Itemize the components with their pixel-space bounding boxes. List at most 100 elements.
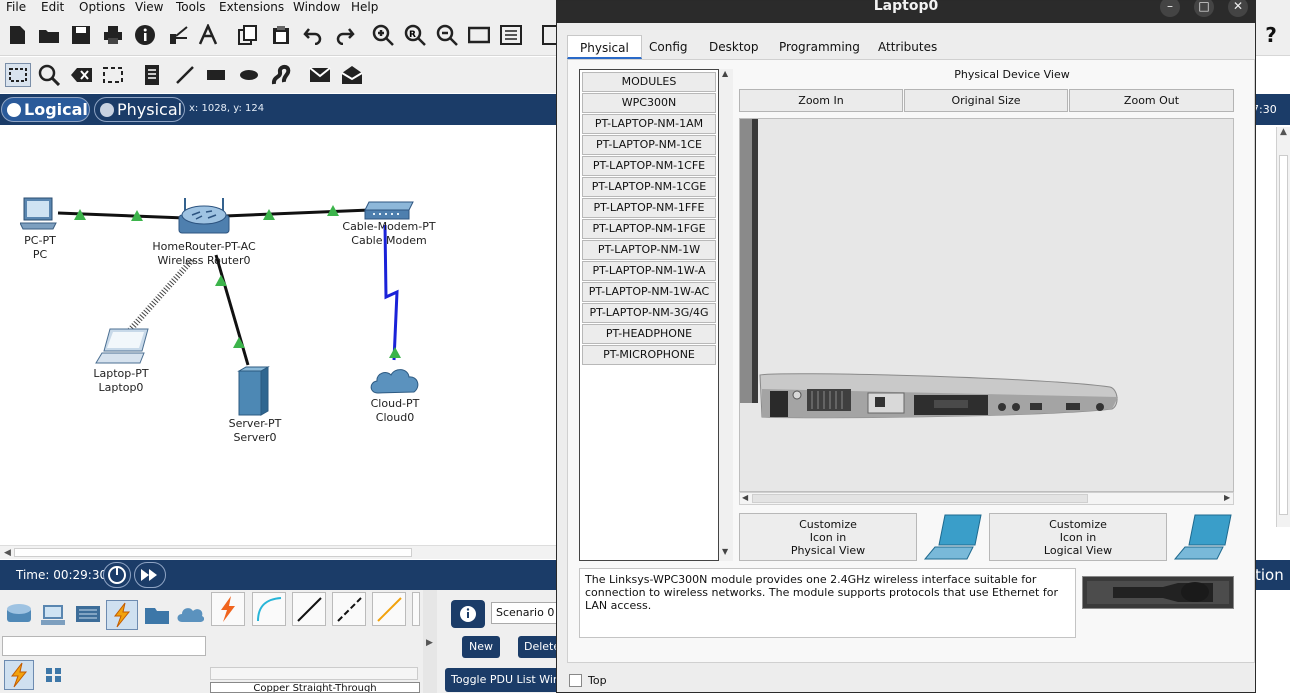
fiber-cable-button[interactable] bbox=[372, 592, 406, 626]
draw-ellipse-icon[interactable] bbox=[238, 64, 260, 86]
laptop-icon[interactable] bbox=[94, 327, 150, 367]
maximize-icon[interactable]: □ bbox=[1194, 0, 1214, 17]
module-item[interactable]: PT-LAPTOP-NM-1CE bbox=[582, 135, 716, 155]
module-item[interactable]: PT-LAPTOP-NM-1W-A bbox=[582, 261, 716, 281]
scroll-right-arrow-icon[interactable]: ▶ bbox=[1224, 493, 1230, 502]
select-tool-icon[interactable] bbox=[5, 63, 31, 87]
close-icon[interactable]: ✕ bbox=[1228, 0, 1248, 17]
console-cable-button[interactable] bbox=[252, 592, 286, 626]
new-file-icon[interactable] bbox=[6, 24, 28, 46]
cable-modem-icon[interactable] bbox=[363, 201, 415, 221]
add-simple-pdu-icon[interactable] bbox=[309, 64, 331, 86]
draw-rectangle-icon[interactable] bbox=[205, 64, 227, 86]
pdu-info-button[interactable] bbox=[451, 600, 485, 628]
components-category-icon[interactable] bbox=[74, 602, 102, 628]
copy-icon[interactable] bbox=[237, 24, 259, 46]
module-item[interactable]: PT-LAPTOP-NM-1AM bbox=[582, 114, 716, 134]
redo-icon[interactable] bbox=[334, 24, 356, 46]
scroll-down-arrow-icon[interactable]: ▼ bbox=[722, 547, 728, 556]
power-cycle-button[interactable] bbox=[103, 562, 131, 588]
straight-through-cable-button[interactable] bbox=[292, 592, 326, 626]
tab-logical[interactable]: Logical bbox=[1, 97, 90, 122]
scroll-left-arrow-icon[interactable]: ◀ bbox=[4, 548, 11, 558]
cable-list-scrollbar[interactable] bbox=[210, 667, 418, 680]
menu-tools[interactable]: Tools bbox=[176, 0, 206, 15]
scenario-select[interactable]: Scenario 0 bbox=[491, 602, 559, 624]
grid-view-icon[interactable] bbox=[44, 666, 64, 684]
help-icon[interactable]: ? bbox=[1260, 23, 1282, 47]
tab-attributes[interactable]: Attributes bbox=[866, 35, 949, 59]
customize-logical-icon-button[interactable]: Customize Icon in Logical View bbox=[989, 513, 1167, 561]
menu-options[interactable]: Options bbox=[79, 0, 125, 15]
tab-physical-device[interactable]: Physical bbox=[567, 35, 642, 59]
network-info-icon[interactable] bbox=[167, 24, 189, 46]
delete-tool-icon[interactable] bbox=[70, 64, 92, 86]
menu-edit[interactable]: Edit bbox=[41, 0, 64, 15]
network-devices-category-icon[interactable] bbox=[5, 602, 33, 628]
pc-icon[interactable] bbox=[20, 197, 60, 231]
wireless-router-icon[interactable] bbox=[178, 195, 230, 239]
module-item[interactable]: PT-LAPTOP-NM-1W bbox=[582, 240, 716, 260]
cloud-icon[interactable] bbox=[368, 365, 422, 397]
zoom-out-icon[interactable] bbox=[436, 24, 458, 46]
module-item[interactable]: PT-MICROPHONE bbox=[582, 345, 716, 365]
new-scenario-button[interactable]: New bbox=[462, 636, 500, 658]
note-tool-icon[interactable] bbox=[141, 64, 163, 86]
more-cables-partial[interactable] bbox=[412, 592, 420, 626]
multiuser-category-icon[interactable] bbox=[176, 604, 204, 626]
always-on-top-checkbox[interactable] bbox=[569, 674, 582, 687]
automatic-cable-button[interactable] bbox=[211, 592, 245, 626]
menu-window[interactable]: Window bbox=[293, 0, 340, 15]
scrollbar-thumb[interactable] bbox=[14, 548, 412, 557]
module-item[interactable]: PT-LAPTOP-NM-1FFE bbox=[582, 198, 716, 218]
simulation-mode-tab[interactable]: tion bbox=[1255, 560, 1290, 590]
menu-help[interactable]: Help bbox=[351, 0, 378, 15]
end-devices-category-icon[interactable] bbox=[40, 602, 68, 628]
delete-scenario-button[interactable]: Delete bbox=[518, 636, 560, 658]
connection-subtype-button[interactable] bbox=[4, 660, 34, 690]
scroll-up-arrow-icon[interactable]: ▲ bbox=[1280, 127, 1287, 137]
freeform-tool-icon[interactable] bbox=[270, 64, 292, 86]
activity-wizard-icon[interactable] bbox=[198, 24, 220, 46]
workspace-horizontal-scrollbar[interactable]: ◀ bbox=[0, 545, 560, 559]
minimize-icon[interactable]: – bbox=[1160, 0, 1180, 17]
tab-desktop[interactable]: Desktop bbox=[697, 35, 771, 59]
zoom-out-button[interactable]: Zoom Out bbox=[1069, 89, 1234, 112]
panel-splitter[interactable]: ▶ bbox=[423, 590, 437, 693]
vertical-scroll-thumb[interactable] bbox=[1279, 155, 1288, 515]
resize-tool-icon[interactable] bbox=[102, 64, 124, 86]
scroll-up-arrow-icon[interactable]: ▲ bbox=[722, 69, 728, 78]
device-search-field[interactable] bbox=[2, 636, 206, 656]
zoom-reset-icon[interactable]: R bbox=[404, 24, 426, 46]
physical-device-canvas[interactable] bbox=[739, 118, 1234, 492]
tab-physical[interactable]: Physical bbox=[94, 97, 185, 122]
custom-devices-icon[interactable] bbox=[500, 24, 522, 46]
undo-icon[interactable] bbox=[302, 24, 324, 46]
paste-icon[interactable] bbox=[270, 24, 292, 46]
crossover-cable-button[interactable] bbox=[332, 592, 366, 626]
fast-forward-button[interactable] bbox=[134, 562, 166, 588]
module-item[interactable]: WPC300N bbox=[582, 93, 716, 113]
drawing-palette-icon[interactable] bbox=[468, 24, 490, 46]
module-item[interactable]: PT-LAPTOP-NM-1CFE bbox=[582, 156, 716, 176]
physical-view-scrollbar[interactable]: ◀ ▶ bbox=[739, 492, 1234, 505]
draw-line-icon[interactable] bbox=[174, 64, 196, 86]
module-item[interactable]: PT-LAPTOP-NM-1W-AC bbox=[582, 282, 716, 302]
customize-physical-icon-button[interactable]: Customize Icon in Physical View bbox=[739, 513, 917, 561]
module-item[interactable]: PT-LAPTOP-NM-3G/4G bbox=[582, 303, 716, 323]
tab-config[interactable]: Config bbox=[637, 35, 700, 59]
scroll-left-arrow-icon[interactable]: ◀ bbox=[742, 493, 748, 502]
dialog-titlebar[interactable]: Laptop0 – □ ✕ bbox=[557, 0, 1255, 23]
module-item[interactable]: PT-LAPTOP-NM-1CGE bbox=[582, 177, 716, 197]
open-folder-icon[interactable] bbox=[38, 24, 60, 46]
print-icon[interactable] bbox=[102, 24, 124, 46]
physical-scroll-thumb[interactable] bbox=[752, 494, 1088, 503]
add-complex-pdu-icon[interactable] bbox=[341, 64, 363, 86]
menu-view[interactable]: View bbox=[135, 0, 163, 15]
misc-category-icon[interactable] bbox=[143, 602, 171, 628]
logical-workspace[interactable]: PC-PT PC HomeRouter-PT-AC Wireless Route… bbox=[0, 125, 560, 545]
tab-programming[interactable]: Programming bbox=[767, 35, 872, 59]
info-icon[interactable] bbox=[134, 24, 156, 46]
workspace-vertical-scrollbar[interactable]: ▲ bbox=[1276, 127, 1290, 527]
inspect-tool-icon[interactable] bbox=[38, 64, 60, 86]
